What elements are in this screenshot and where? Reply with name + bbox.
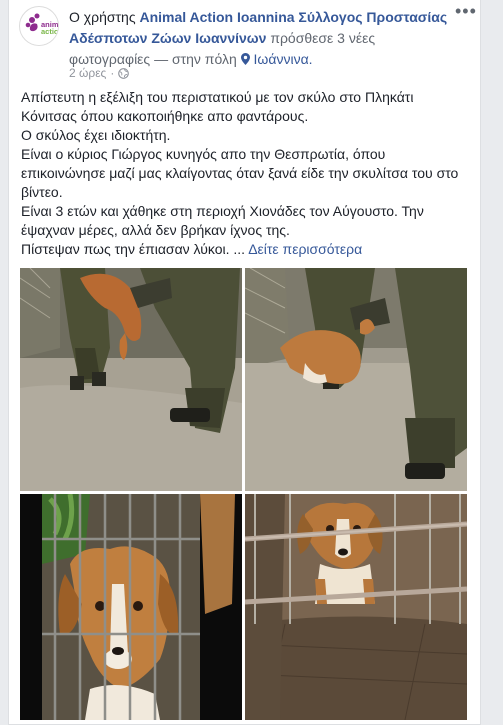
body-line-last: Πίστεψαν πως την έπιασαν λύκοι. ... Δείτ… <box>21 240 473 259</box>
location-name: Ιωάννινα. <box>253 51 313 67</box>
photo-4-image <box>245 494 467 720</box>
body-line: Είναι 3 ετών και χάθηκε στη περιοχή Χιον… <box>21 203 424 238</box>
timestamp-link[interactable]: 2 ώρες <box>69 66 106 80</box>
body-line: Απίστευτη η εξέλιξη του περιστατικού με … <box>21 89 414 124</box>
post-meta: 2 ώρες · <box>69 66 130 80</box>
photo-3[interactable] <box>20 494 242 720</box>
photo-2[interactable] <box>245 268 467 491</box>
ellipsis: ... <box>233 241 246 257</box>
more-options-icon[interactable]: ••• <box>455 2 476 20</box>
location-prefix: — στην πόλη <box>154 51 237 67</box>
page-avatar[interactable]: animal action <box>19 6 59 46</box>
photo-1-image <box>20 268 242 491</box>
header-prefix: Ο χρήστης <box>69 9 136 25</box>
globe-icon[interactable] <box>118 67 130 79</box>
logo-text-action: action <box>41 27 59 36</box>
body-line: Είναι ο κύριος Γιώργος κυνηγός απο την Θ… <box>21 146 459 200</box>
post-body: Απίστευτη η εξέλιξη του περιστατικού με … <box>21 88 473 259</box>
photo-2-image <box>245 268 467 491</box>
photo-1[interactable] <box>20 268 242 491</box>
see-more-link[interactable]: Δείτε περισσότερα <box>248 241 362 257</box>
photo-4[interactable] <box>245 494 467 720</box>
photos-link[interactable]: φωτογραφίες <box>69 51 150 67</box>
post-card: animal action Ο χρήστης Animal Action Io… <box>8 0 481 725</box>
header-action: πρόσθεσε 3 νέες <box>270 30 376 46</box>
post-header: Ο χρήστης Animal Action Ioannina Σύλλογο… <box>69 7 449 70</box>
body-line: Ο σκύλος έχει ιδιοκτήτη. <box>21 127 171 143</box>
location-pin-icon <box>240 53 250 65</box>
photo-3-image <box>20 494 242 720</box>
location-link[interactable]: Ιωάννινα. <box>240 51 313 67</box>
animal-action-logo: animal action <box>21 8 59 45</box>
body-last-text: Πίστεψαν πως την έπιασαν λύκοι. <box>21 241 230 257</box>
